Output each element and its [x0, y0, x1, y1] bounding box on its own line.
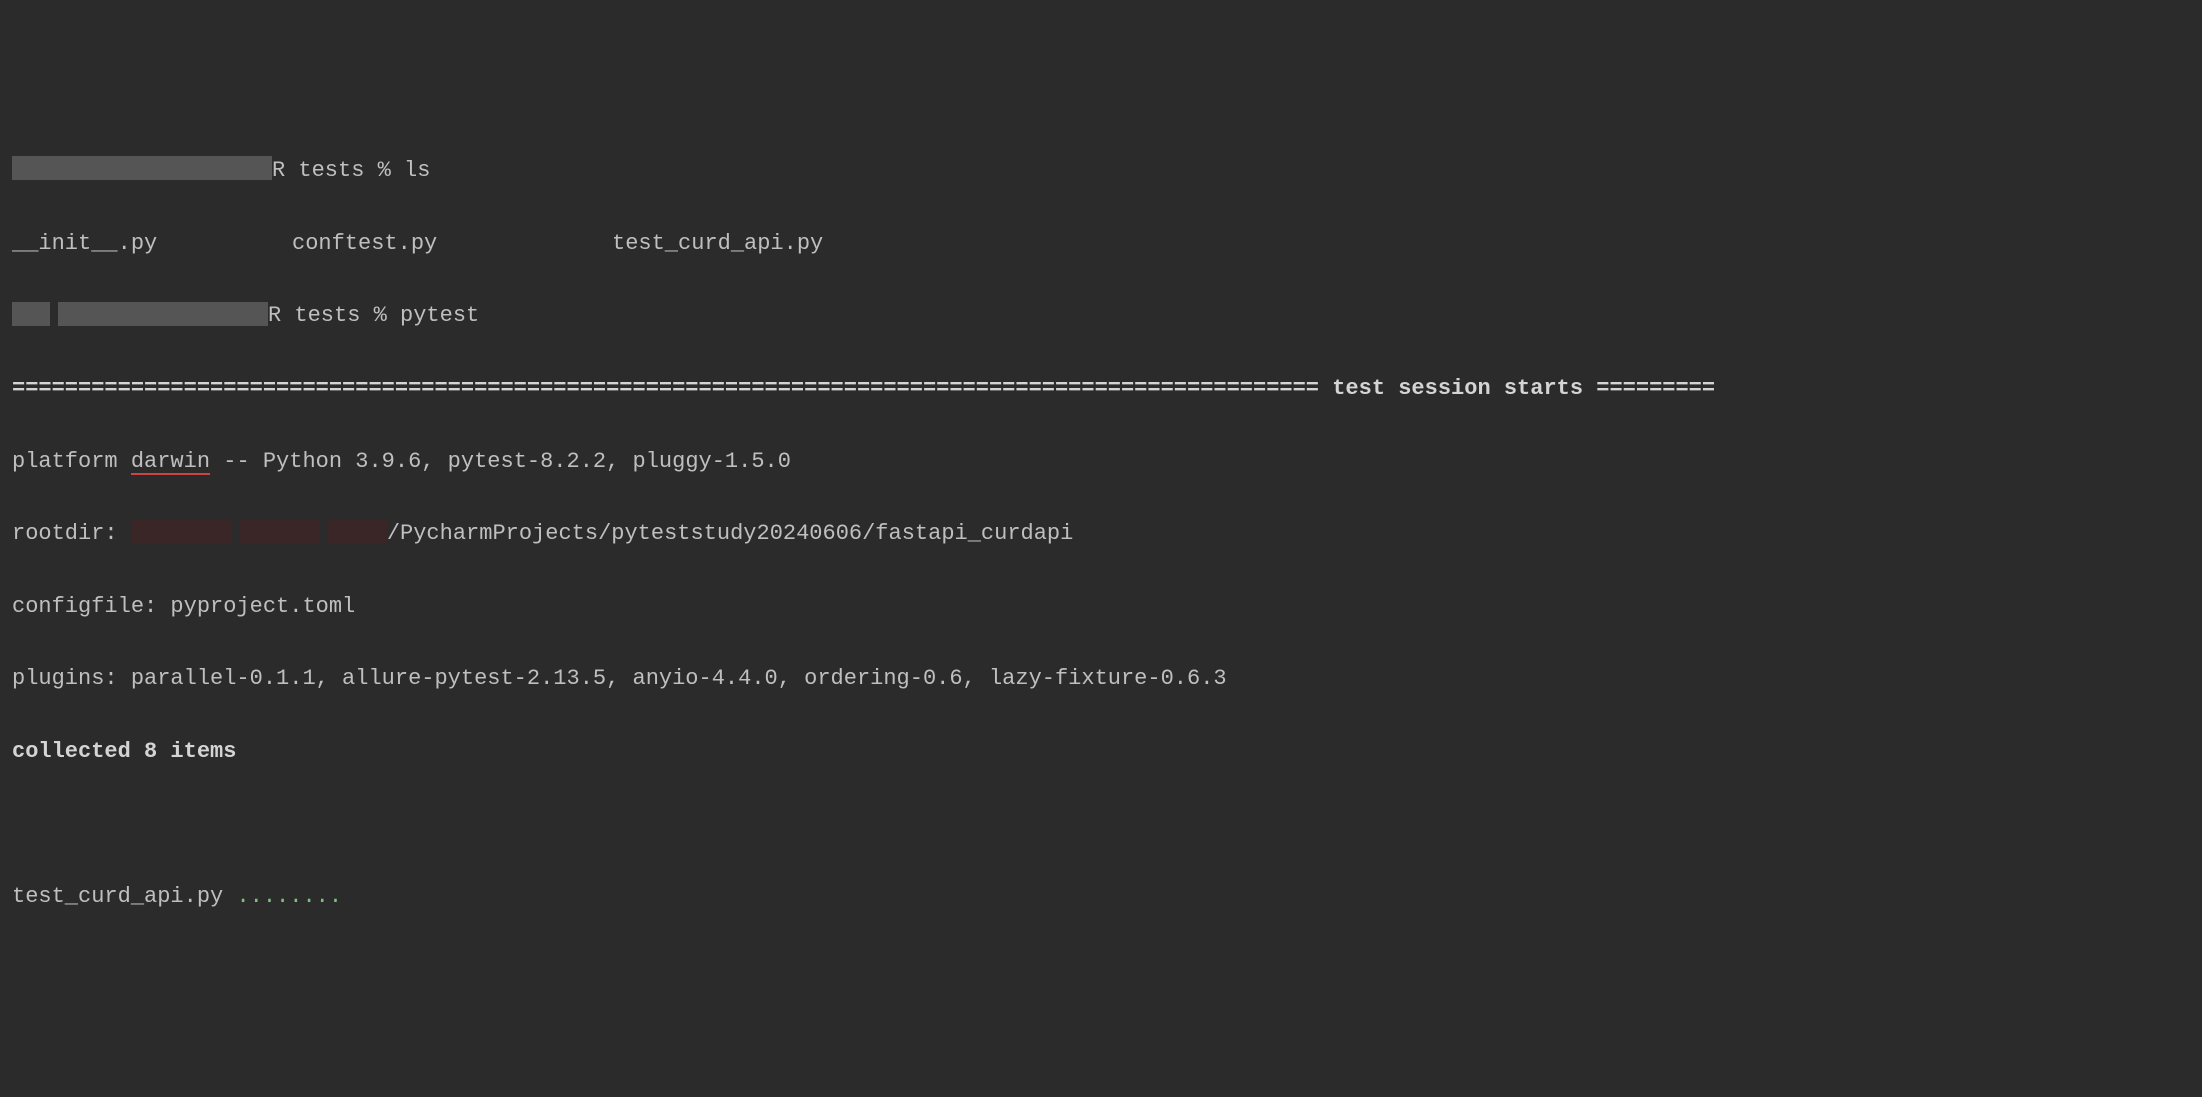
platform-darwin: darwin: [131, 451, 210, 475]
blank-line: [12, 807, 2190, 843]
redacted-user-host-1: [12, 156, 272, 180]
ls-file-1: __init__.py: [12, 226, 292, 262]
platform-prefix: platform: [12, 449, 131, 474]
configfile-line: configfile: pyproject.toml: [12, 589, 2190, 625]
redacted-2b: [58, 302, 268, 326]
ls-file-2: conftest.py: [292, 226, 612, 262]
prompt-line-2: R tests % pytest: [12, 298, 2190, 334]
test-dots: ........: [236, 884, 342, 909]
test-file: test_curd_api.py: [12, 884, 236, 909]
redacted-2a: [12, 302, 50, 326]
prompt-1-text: R tests % ls: [272, 158, 430, 183]
platform-line: platform darwin -- Python 3.9.6, pytest-…: [12, 444, 2190, 480]
prompt-2-text: R tests % pytest: [268, 303, 479, 328]
redacted-rootdir-2: [239, 519, 319, 543]
rootdir-label: rootdir:: [12, 521, 131, 546]
prompt-line-1: R tests % ls: [12, 153, 2190, 189]
rootdir-path: /PycharmProjects/pyteststudy20240606/fas…: [387, 521, 1074, 546]
plugins-line: plugins: parallel-0.1.1, allure-pytest-2…: [12, 661, 2190, 697]
session-title: test session starts: [1319, 376, 1596, 401]
ls-output: __init__.pyconftest.pytest_curd_api.py: [12, 226, 2190, 262]
rootdir-line: rootdir: /PycharmProjects/pyteststudy202…: [12, 516, 2190, 552]
platform-rest: -- Python 3.9.6, pytest-8.2.2, pluggy-1.…: [210, 449, 791, 474]
equals-right: =========: [1596, 376, 1715, 401]
equals-left: ========================================…: [12, 376, 1319, 401]
session-header: ========================================…: [12, 371, 2190, 407]
collected-line: collected 8 items: [12, 734, 2190, 770]
test-result-line: test_curd_api.py ........: [12, 879, 2190, 915]
redacted-rootdir-1: [131, 519, 231, 543]
redacted-rootdir-3: [327, 519, 387, 543]
ls-file-3: test_curd_api.py: [612, 226, 823, 262]
